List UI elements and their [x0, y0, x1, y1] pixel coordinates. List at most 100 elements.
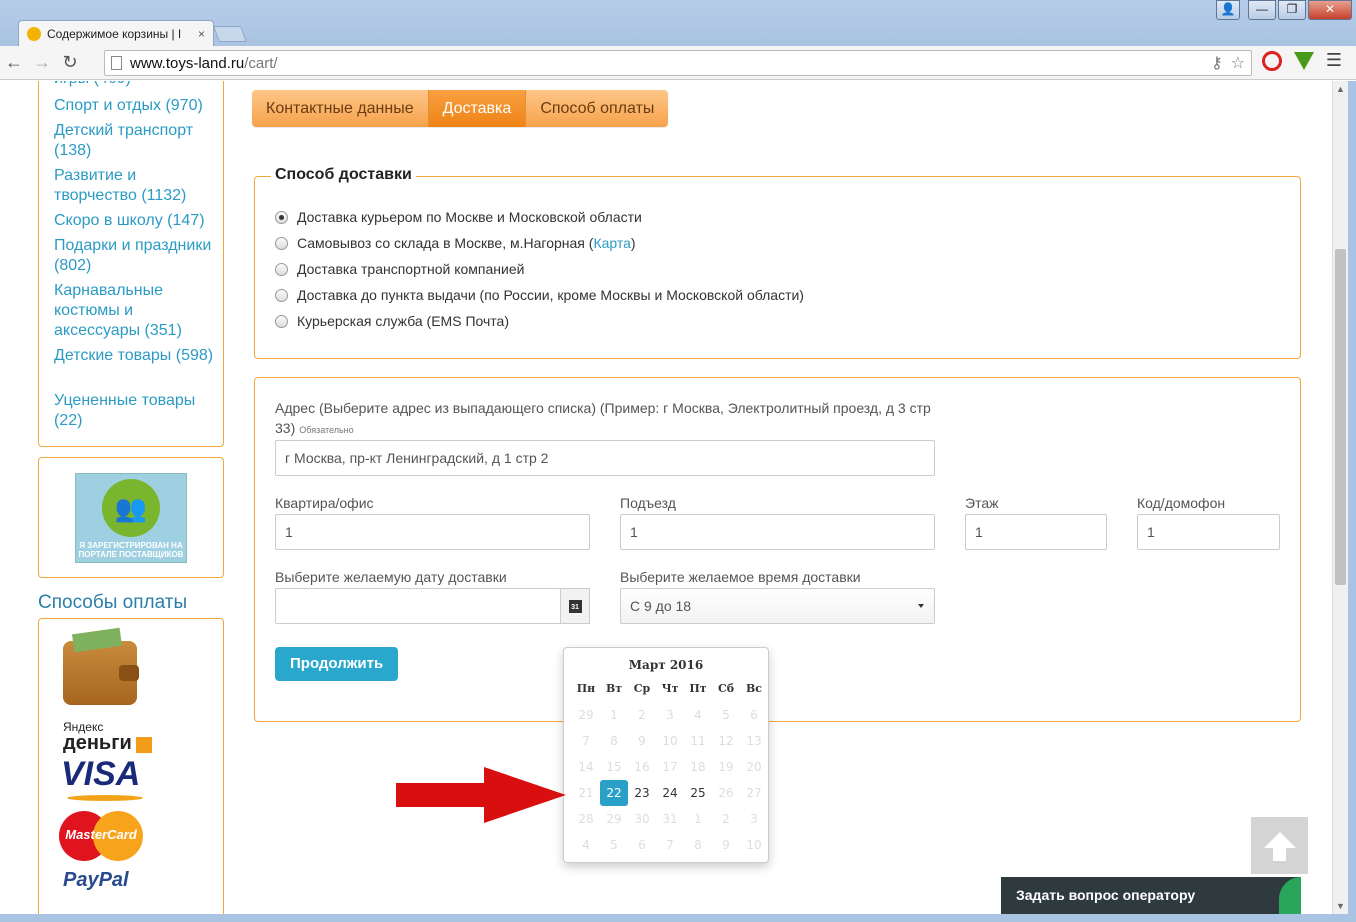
- datepicker-grid: Пн Вт Ср Чт Пт Сб Вс 29 1 2 3 4 5 6 7 8 9 10 11 12 13 14 15 16 1…: [572, 676, 764, 858]
- address-bar[interactable]: www.toys-land.ru/cart/ ⚷ ☆: [104, 50, 1252, 76]
- menu-icon[interactable]: ☰: [1326, 50, 1342, 71]
- datepicker-month-title[interactable]: Март 2016: [568, 654, 764, 676]
- calendar-button[interactable]: 31: [560, 588, 590, 624]
- delivery-option-ems[interactable]: Курьерская служба (EMS Почта): [275, 313, 509, 329]
- address-input[interactable]: г Москва, пр-кт Ленинградский, д 1 стр 2: [275, 440, 935, 476]
- reload-icon[interactable]: ↻: [56, 52, 84, 73]
- category-link[interactable]: Уцененные товары (22): [54, 391, 219, 431]
- wallet-icon: [63, 627, 139, 705]
- radio-pickup-point[interactable]: [275, 288, 288, 302]
- delivery-date-input[interactable]: [275, 588, 561, 624]
- datepicker-day: 17: [662, 760, 678, 774]
- ask-operator-chat[interactable]: Задать вопрос оператору: [1001, 877, 1301, 914]
- delivery-option-label: Доставка транспортной компанией: [297, 261, 525, 277]
- datepicker-day: 9: [638, 734, 646, 748]
- datepicker-day: 2: [638, 708, 646, 722]
- scroll-down-icon[interactable]: ▼: [1336, 901, 1345, 911]
- tab-delivery[interactable]: Доставка: [428, 90, 527, 127]
- scroll-up-icon[interactable]: ▲: [1336, 84, 1345, 94]
- category-link[interactable]: игры (469): [54, 81, 219, 89]
- people-icon: 👥: [102, 479, 160, 537]
- category-link[interactable]: Спорт и отдых (970): [54, 96, 219, 116]
- datepicker-day[interactable]: 24: [656, 780, 684, 806]
- datepicker-day: 6: [750, 708, 758, 722]
- datepicker-day: 13: [746, 734, 762, 748]
- apartment-label: Квартира/офис: [275, 495, 374, 511]
- category-link[interactable]: Детские товары (598): [54, 346, 219, 366]
- delivery-method-legend: Способ доставки: [271, 166, 416, 184]
- scrollbar-thumb[interactable]: [1335, 249, 1346, 585]
- back-arrow-icon[interactable]: ←: [0, 52, 28, 73]
- forward-arrow-icon[interactable]: →: [28, 52, 56, 73]
- datepicker-day: 29: [606, 812, 622, 826]
- visa-logo: VISA: [61, 755, 141, 793]
- datepicker-day: 6: [638, 838, 646, 852]
- minimize-button[interactable]: —: [1248, 0, 1276, 20]
- category-link[interactable]: Развитие и творчество (1132): [54, 166, 219, 206]
- delivery-option-pickup-point[interactable]: Доставка до пункта выдачи (по России, кр…: [275, 287, 804, 303]
- datepicker-day[interactable]: 25: [684, 780, 712, 806]
- datepicker-day: 5: [610, 838, 618, 852]
- entrance-input[interactable]: 1: [620, 514, 935, 550]
- delivery-time-label: Выберите желаемое время доставки: [620, 569, 861, 585]
- datepicker-day: 19: [718, 760, 734, 774]
- category-link[interactable]: Детский транспорт (138): [54, 121, 219, 161]
- arrow-up-icon: [1263, 831, 1296, 848]
- delivery-option-pickup[interactable]: Самовывоз со склада в Москве, м.Нагорная…: [275, 235, 636, 251]
- download-extension-icon[interactable]: [1293, 51, 1314, 70]
- datepicker-day-selected[interactable]: 22: [600, 780, 628, 806]
- page-icon: [111, 56, 122, 70]
- delivery-option-courier[interactable]: Доставка курьером по Москве и Московской…: [275, 209, 642, 225]
- weekday-header: Вт: [605, 682, 623, 695]
- tab-payment-method[interactable]: Способ оплаты: [526, 90, 669, 127]
- radio-transport[interactable]: [275, 262, 288, 276]
- browser-tab[interactable]: Содержимое корзины | I ×: [18, 20, 214, 46]
- datepicker-day: 31: [662, 812, 678, 826]
- weekday-header: Пт: [689, 682, 707, 695]
- datepicker-day: 15: [606, 760, 622, 774]
- weekday-header: Ср: [633, 682, 651, 695]
- category-link[interactable]: Карнавальные костюмы и аксессуары (351): [54, 281, 219, 341]
- user-icon[interactable]: 👤: [1216, 0, 1240, 20]
- delivery-date-label: Выберите желаемую дату доставки: [275, 569, 507, 585]
- close-window-button[interactable]: ✕: [1308, 0, 1352, 20]
- datepicker-day: 10: [746, 838, 762, 852]
- supplier-portal-banner[interactable]: 👥 Я ЗАРЕГИСТРИРОВАН НА ПОРТАЛЕ ПОСТАВЩИК…: [75, 473, 187, 563]
- map-link[interactable]: Карта: [593, 235, 630, 251]
- mastercard-logo: MasterCard: [59, 811, 143, 861]
- page-scrollbar[interactable]: ▲ ▼: [1332, 81, 1348, 914]
- category-link[interactable]: Подарки и праздники (802): [54, 236, 219, 276]
- apartment-input[interactable]: 1: [275, 514, 590, 550]
- intercom-label: Код/домофон: [1137, 495, 1226, 511]
- datepicker-day: 10: [662, 734, 678, 748]
- tab-title: Содержимое корзины | I: [47, 26, 182, 41]
- datepicker-day: 1: [610, 708, 618, 722]
- key-icon[interactable]: ⚷: [1211, 53, 1223, 73]
- radio-ems[interactable]: [275, 314, 288, 328]
- delivery-time-select[interactable]: С 9 до 18: [620, 588, 935, 624]
- radio-pickup[interactable]: [275, 236, 288, 250]
- maximize-button[interactable]: ❐: [1278, 0, 1306, 20]
- radio-courier[interactable]: [275, 210, 288, 224]
- intercom-input[interactable]: 1: [1137, 514, 1280, 550]
- delivery-method-fieldset: Способ доставки Доставка курьером по Мос…: [254, 166, 1301, 359]
- extensions: ☰: [1261, 50, 1342, 71]
- datepicker-day[interactable]: 23: [628, 780, 656, 806]
- scroll-to-top-button[interactable]: [1251, 817, 1308, 874]
- opera-extension-icon[interactable]: [1261, 50, 1282, 71]
- chat-icon: [1279, 877, 1301, 914]
- delivery-option-transport[interactable]: Доставка транспортной компанией: [275, 261, 524, 277]
- partner-box: 👥 Я ЗАРЕГИСТРИРОВАН НА ПОРТАЛЕ ПОСТАВЩИК…: [38, 457, 224, 578]
- floor-input[interactable]: 1: [965, 514, 1107, 550]
- datepicker-day: 7: [582, 734, 590, 748]
- category-link[interactable]: Скоро в школу (147): [54, 211, 219, 231]
- tab-contact-data[interactable]: Контактные данные: [252, 90, 429, 127]
- url-host: www.toys-land.ru: [130, 54, 245, 72]
- tab-close-icon[interactable]: ×: [198, 27, 205, 41]
- favicon-icon: [27, 26, 41, 41]
- continue-button[interactable]: Продолжить: [275, 647, 399, 681]
- bookmark-star-icon[interactable]: ☆: [1231, 53, 1245, 73]
- new-tab-button[interactable]: [213, 26, 247, 42]
- datepicker-day: 1: [694, 812, 702, 826]
- datepicker-day: 29: [578, 708, 594, 722]
